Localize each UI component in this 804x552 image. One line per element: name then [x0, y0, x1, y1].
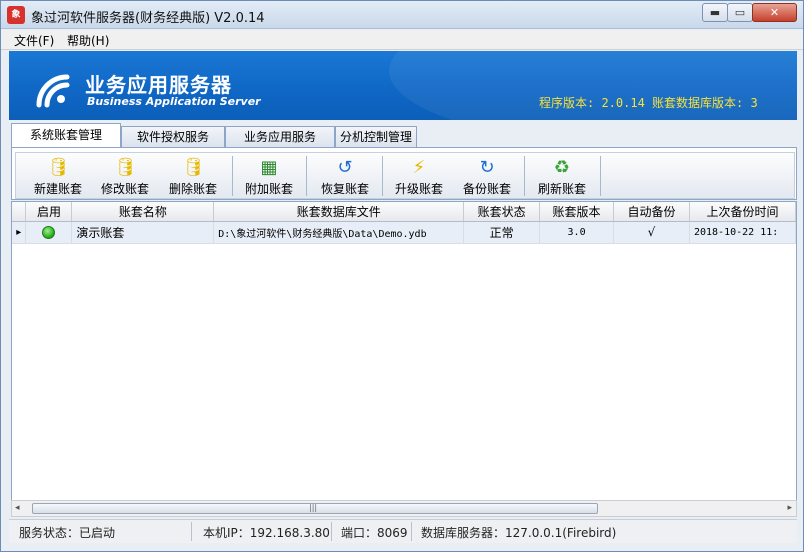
enabled-cell[interactable] [25, 221, 73, 244]
version-info: 程序版本: 2.0.14 账套数据库版本: 3 [539, 96, 758, 110]
toolbar-separator [306, 156, 307, 196]
edit-account-label: 修改账套 [100, 182, 149, 196]
banner-subtitle: Business Application Server [87, 95, 261, 108]
column-header-status[interactable]: 账套状态 [463, 202, 541, 222]
delete-account-label: 删除账套 [168, 182, 217, 196]
wifi-logo-icon [36, 74, 70, 108]
toolbar-separator [600, 156, 601, 196]
column-header-version[interactable]: 账套版本 [539, 202, 615, 222]
attach-account-label: 附加账套 [244, 182, 293, 196]
refresh-account-label: 刷新账套 [537, 182, 586, 196]
status-separator [191, 522, 192, 541]
edit-account-button[interactable]: 🛢 修改账套 [94, 153, 156, 198]
toolbar-separator [382, 156, 383, 196]
account-status-cell[interactable]: 正常 [463, 221, 541, 244]
restore-account-label: 恢复账套 [320, 182, 369, 196]
title-bar[interactable]: 象 象过河软件服务器(财务经典版) V2.0.14 ▬ ▭ ✕ [1, 1, 803, 29]
accounts-table: 启用 账套名称 账套数据库文件 账套状态 账套版本 自动备份 上次备份时间 ▸ … [12, 202, 797, 244]
row-pointer-icon: ▸ [12, 221, 27, 244]
column-header-indicator [12, 202, 27, 222]
new-account-label: 新建账套 [33, 182, 82, 196]
table-header-row: 启用 账套名称 账套数据库文件 账套状态 账套版本 自动备份 上次备份时间 [12, 202, 797, 222]
tab-license-service[interactable]: 软件授权服务 [121, 126, 225, 147]
local-ip: 本机IP：192.168.3.80 [203, 526, 330, 540]
refresh-icon: ♻ [553, 157, 571, 178]
banner-title: 业务应用服务器 [85, 73, 232, 97]
header-banner: 业务应用服务器 Business Application Server 程序版本… [9, 51, 797, 120]
menu-file[interactable]: 文件(F) [11, 32, 57, 49]
restore-account-button[interactable]: ↺ 恢复账套 [314, 153, 376, 198]
scrollbar-grip-icon: ||| [309, 503, 318, 512]
restore-icon: ↺ [337, 157, 353, 178]
status-separator [411, 522, 412, 541]
column-header-enabled[interactable]: 启用 [25, 202, 73, 222]
column-header-last-backup[interactable]: 上次备份时间 [689, 202, 797, 222]
database-edit-icon: 🛢 [114, 157, 137, 178]
horizontal-scrollbar[interactable]: ◂ ||| ▸ [11, 500, 797, 517]
toolbar-panel: 🛢 新建账套 🛢 修改账套 🛢 删除账套 ▦ 附加账套 ↺ 恢复账套 ⚡ 升级账… [11, 147, 797, 200]
upgrade-account-button[interactable]: ⚡ 升级账套 [388, 153, 450, 198]
column-header-auto-backup[interactable]: 自动备份 [613, 202, 690, 222]
account-version-cell[interactable]: 3.0 [539, 221, 615, 244]
table-row[interactable]: ▸ 演示账套 D:\象过河软件\财务经典版\Data\Demo.ydb 正常 3… [12, 221, 797, 244]
backup-account-label: 备份账套 [462, 182, 511, 196]
upgrade-icon: ⚡ [412, 157, 426, 178]
attach-account-button[interactable]: ▦ 附加账套 [238, 153, 300, 198]
toolbar: 🛢 新建账套 🛢 修改账套 🛢 删除账套 ▦ 附加账套 ↺ 恢复账套 ⚡ 升级账… [15, 152, 795, 199]
menu-help[interactable]: 帮助(H) [64, 32, 112, 49]
account-file-cell[interactable]: D:\象过河软件\财务经典版\Data\Demo.ydb [213, 221, 465, 244]
column-header-file[interactable]: 账套数据库文件 [213, 202, 465, 222]
app-window: 象 象过河软件服务器(财务经典版) V2.0.14 ▬ ▭ ✕ 文件(F) 帮助… [0, 0, 804, 552]
toolbar-separator [524, 156, 525, 196]
tab-extension-control[interactable]: 分机控制管理 [335, 126, 417, 147]
tab-strip: 系统账套管理 软件授权服务 业务应用服务 分机控制管理 [9, 123, 797, 147]
account-name-cell[interactable]: 演示账套 [71, 221, 215, 244]
delete-account-button[interactable]: 🛢 删除账套 [162, 153, 224, 198]
maximize-button[interactable]: ▭ [727, 3, 753, 22]
database-server: 数据库服务器：127.0.0.1(Firebird) [421, 526, 617, 540]
auto-backup-cell[interactable]: √ [613, 221, 690, 244]
new-account-button[interactable]: 🛢 新建账套 [28, 153, 88, 198]
close-button[interactable]: ✕ [752, 3, 797, 22]
scroll-left-icon[interactable]: ◂ [15, 503, 20, 513]
tab-system-accounts[interactable]: 系统账套管理 [11, 123, 121, 147]
database-add-icon: 🛢 [47, 157, 70, 178]
table-grid-icon: ▦ [260, 157, 278, 178]
green-status-dot-icon [42, 226, 56, 239]
accounts-grid: 启用 账套名称 账套数据库文件 账套状态 账套版本 自动备份 上次备份时间 ▸ … [11, 201, 797, 517]
tab-business-service[interactable]: 业务应用服务 [225, 126, 335, 147]
toolbar-separator [232, 156, 233, 196]
port-info: 端口：8069 [341, 526, 408, 540]
window-title: 象过河软件服务器(财务经典版) V2.0.14 [31, 11, 265, 26]
menu-bar: 文件(F) 帮助(H) [1, 30, 803, 50]
backup-icon: ↻ [479, 157, 495, 178]
minimize-button[interactable]: ▬ [702, 3, 728, 22]
column-header-name[interactable]: 账套名称 [71, 202, 215, 222]
status-bar: 服务状态：已启动 本机IP：192.168.3.80 端口：8069 数据库服务… [9, 519, 797, 543]
upgrade-account-label: 升级账套 [394, 182, 443, 196]
refresh-account-button[interactable]: ♻ 刷新账套 [530, 153, 594, 198]
backup-account-button[interactable]: ↻ 备份账套 [456, 153, 518, 198]
database-delete-icon: 🛢 [182, 157, 205, 178]
last-backup-cell[interactable]: 2018-10-22 11: [689, 221, 797, 244]
scroll-right-icon[interactable]: ▸ [787, 503, 792, 513]
status-separator [331, 522, 332, 541]
service-status: 服务状态：已启动 [19, 526, 116, 540]
app-logo-icon: 象 [7, 6, 25, 24]
scrollbar-thumb[interactable]: ||| [32, 503, 598, 514]
